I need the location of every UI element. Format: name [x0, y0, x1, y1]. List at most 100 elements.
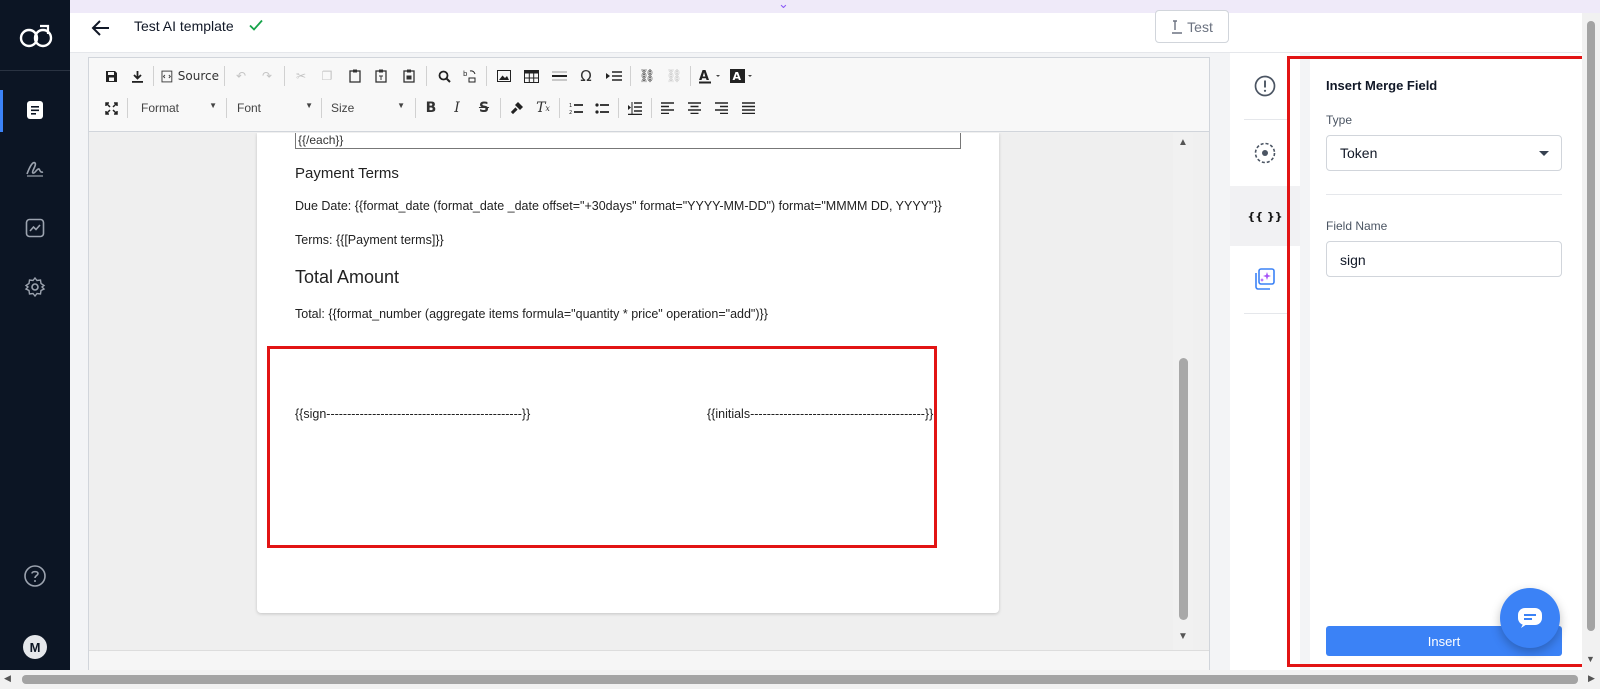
nav-item-signatures[interactable]	[20, 153, 50, 183]
back-arrow-icon[interactable]	[90, 17, 112, 39]
toolbar-divider	[321, 98, 322, 118]
scroll-down-icon[interactable]: ▼	[1586, 654, 1595, 664]
horizontal-scroll-thumb[interactable]	[22, 675, 1578, 684]
document-page[interactable]: {{/each}} Payment Terms Due Date: {{form…	[257, 133, 999, 613]
italic-icon[interactable]: I	[447, 98, 467, 118]
unlink-icon[interactable]: ⛓	[664, 66, 684, 86]
toolbar-divider	[500, 98, 501, 118]
undo-icon[interactable]: ↶	[231, 66, 251, 86]
bulleted-list-icon[interactable]	[592, 98, 612, 118]
nav-item-help[interactable]	[20, 561, 50, 591]
chevron-down-icon[interactable]: ⌄	[778, 0, 789, 12]
copy-icon[interactable]: ❐	[317, 66, 337, 86]
save-icon[interactable]	[101, 66, 121, 86]
editor-vertical-scrollbar[interactable]: ▲ ▼	[1173, 133, 1193, 671]
size-dropdown[interactable]: Size ▼	[327, 97, 407, 119]
toolbar-divider	[153, 66, 154, 86]
format-dropdown[interactable]: Format ▼	[137, 97, 219, 119]
toolbar-divider	[127, 98, 128, 118]
help-icon	[24, 565, 46, 587]
info-icon	[1254, 75, 1276, 97]
payment-terms-heading[interactable]: Payment Terms	[295, 165, 399, 182]
document-canvas[interactable]: {{/each}} Payment Terms Due Date: {{form…	[89, 133, 1173, 671]
rich-text-editor: Source ↶ ↷ ✂ ❐ b Ω ⛓ ⛓ A A Format ▼ Font…	[88, 57, 1210, 671]
page-header: Test AI template Test	[70, 10, 1600, 53]
cut-icon[interactable]: ✂	[291, 66, 311, 86]
background-color-icon[interactable]: A	[729, 66, 757, 86]
each-block-end[interactable]: {{/each}}	[295, 133, 961, 149]
toolbar-divider	[426, 66, 427, 86]
chat-icon	[1518, 608, 1542, 628]
format-dropdown-label: Format	[141, 101, 180, 115]
check-icon	[249, 19, 263, 31]
remove-format-icon[interactable]: Tx	[533, 98, 553, 118]
settings-icon	[24, 276, 46, 298]
image-icon[interactable]	[494, 66, 514, 86]
terms-line[interactable]: Terms: {{[Payment terms]}}	[295, 233, 444, 247]
text-color-icon[interactable]: A	[697, 66, 725, 86]
align-right-icon[interactable]	[711, 98, 731, 118]
tab-divider	[1244, 119, 1288, 120]
bold-icon[interactable]: B	[421, 98, 441, 118]
source-button[interactable]: Source	[161, 66, 219, 86]
due-date-line[interactable]: Due Date: {{format_date (format_date _da…	[295, 199, 942, 213]
app: ⌄ M Test AI template Test Source ↶ ↷ ✂ ❐…	[0, 0, 1600, 689]
signature-icon	[26, 161, 44, 177]
link-icon[interactable]: ⛓	[637, 66, 657, 86]
font-dropdown[interactable]: Font ▼	[233, 97, 315, 119]
page-vertical-scrollbar[interactable]: ▼	[1582, 13, 1600, 670]
logo-icon[interactable]	[18, 22, 54, 50]
toolbar-divider	[559, 98, 560, 118]
paste-text-icon[interactable]	[371, 66, 391, 86]
test-button-label: Test	[1187, 18, 1213, 35]
align-left-icon[interactable]	[657, 98, 677, 118]
paste-icon[interactable]	[345, 66, 365, 86]
table-icon[interactable]	[521, 66, 541, 86]
test-button[interactable]: Test	[1155, 10, 1229, 43]
special-char-icon[interactable]: Ω	[576, 66, 596, 86]
toolbar-divider	[284, 66, 285, 86]
page-horizontal-scrollbar[interactable]: ◀ ▶	[0, 670, 1600, 689]
redo-icon[interactable]: ↷	[257, 66, 277, 86]
scroll-right-icon[interactable]: ▶	[1588, 673, 1595, 684]
horizontal-line-icon[interactable]	[549, 66, 569, 86]
total-line[interactable]: Total: {{format_number (aggregate items …	[295, 307, 768, 321]
editor-scroll-thumb[interactable]	[1179, 358, 1188, 620]
toolbar-divider	[224, 66, 225, 86]
nav-divider	[0, 70, 70, 71]
scroll-down-icon[interactable]: ▼	[1178, 631, 1188, 642]
target-icon	[1254, 142, 1276, 164]
font-dropdown-label: Font	[237, 101, 262, 115]
paste-word-icon[interactable]	[399, 66, 419, 86]
toolbar-divider	[651, 98, 652, 118]
toolbar-divider	[690, 66, 691, 86]
signature-area-highlight	[267, 346, 937, 548]
editor-status-bar	[89, 650, 1209, 670]
justify-icon[interactable]	[738, 98, 758, 118]
numbered-list-icon[interactable]: 12	[566, 98, 586, 118]
nav-item-analytics[interactable]	[20, 213, 50, 243]
page-scroll-thumb[interactable]	[1587, 21, 1595, 631]
template-title[interactable]: Test AI template	[134, 18, 234, 34]
download-icon[interactable]	[127, 66, 147, 86]
svg-text:A: A	[733, 70, 742, 83]
scroll-left-icon[interactable]: ◀	[4, 673, 11, 684]
chat-launcher-button[interactable]	[1500, 588, 1560, 648]
merge-panel-highlight	[1287, 56, 1600, 667]
top-collapse-strip[interactable]: ⌄	[70, 0, 1600, 13]
align-center-icon[interactable]	[684, 98, 704, 118]
indent-icon[interactable]	[625, 98, 645, 118]
merge-field-icon: {{ }}	[1247, 209, 1283, 223]
scroll-up-icon[interactable]: ▲	[1178, 137, 1188, 148]
nav-item-documents[interactable]	[20, 95, 50, 125]
page-break-icon[interactable]	[603, 66, 625, 86]
toolbar-divider	[486, 66, 487, 86]
maximize-icon[interactable]	[101, 98, 121, 118]
copy-format-icon[interactable]	[507, 98, 527, 118]
total-amount-heading[interactable]: Total Amount	[295, 267, 399, 288]
strikethrough-icon[interactable]: S	[474, 98, 494, 118]
replace-icon[interactable]: b	[460, 66, 480, 86]
avatar[interactable]: M	[23, 635, 47, 659]
find-icon[interactable]	[434, 66, 454, 86]
nav-item-settings[interactable]	[20, 272, 50, 302]
